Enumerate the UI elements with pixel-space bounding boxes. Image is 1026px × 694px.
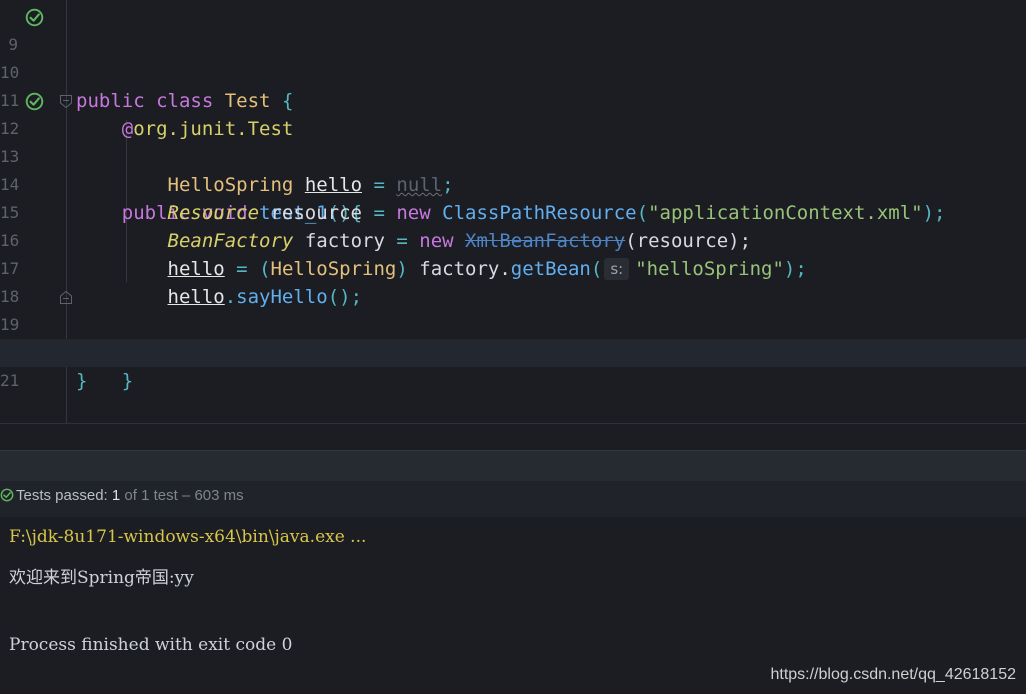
code-editor[interactable]: 9 public class Test { 10 11 @org.junit.T…	[0, 0, 1026, 423]
fold-end-icon[interactable]	[60, 291, 72, 304]
code-line-15[interactable]: 15 BeanFactory factory = new XmlBeanFact…	[0, 171, 1026, 252]
code-line-14[interactable]: 14 Resource resource = new ClassPathReso…	[0, 143, 1026, 224]
console-program-output: 欢迎来到Spring帝国:yy	[9, 568, 194, 588]
code-line-17[interactable]: 17 hello.sayHello();	[0, 227, 1026, 308]
console-exit-message: Process finished with exit code 0	[9, 635, 293, 655]
code-line-20[interactable]: 20 }	[0, 311, 1026, 392]
test-results-bar: Tests passed: 1 of 1 test – 603 ms	[0, 481, 1026, 517]
panel-divider[interactable]	[0, 423, 1026, 424]
fold-collapse-icon[interactable]	[60, 95, 72, 108]
tests-passed-icon	[0, 488, 14, 502]
tests-passed-text: Tests passed: 1 of 1 test – 603 ms	[16, 487, 244, 504]
code-line-19[interactable]: 19 }	[0, 283, 1026, 392]
code-line-13[interactable]: 13 HelloSpring hello = null;	[0, 115, 1026, 196]
code-line-21-current[interactable]: 21	[0, 339, 1026, 390]
run-panel-toolbar	[0, 450, 1026, 481]
code-line-12[interactable]: 12 public void test_1(){	[0, 87, 1026, 224]
code-line-10[interactable]: 10	[0, 31, 1026, 82]
run-test-class-icon[interactable]	[25, 8, 44, 27]
line-number: 21	[0, 371, 20, 390]
code-line-9[interactable]: 9 public class Test {	[0, 3, 1026, 112]
run-test-method-icon[interactable]	[25, 92, 44, 111]
watermark-url: https://blog.csdn.net/qq_42618152	[770, 666, 1016, 683]
code-line-16[interactable]: 16 hello = (HelloSpring) factory.getBean…	[0, 199, 1026, 280]
code-line-11[interactable]: 11 @org.junit.Test	[0, 59, 1026, 140]
code-text: }	[76, 370, 88, 392]
console-command-line: F:\jdk-8u171-windows-x64\bin\java.exe ..…	[9, 527, 367, 547]
code-line-18[interactable]: 18	[0, 255, 1026, 306]
